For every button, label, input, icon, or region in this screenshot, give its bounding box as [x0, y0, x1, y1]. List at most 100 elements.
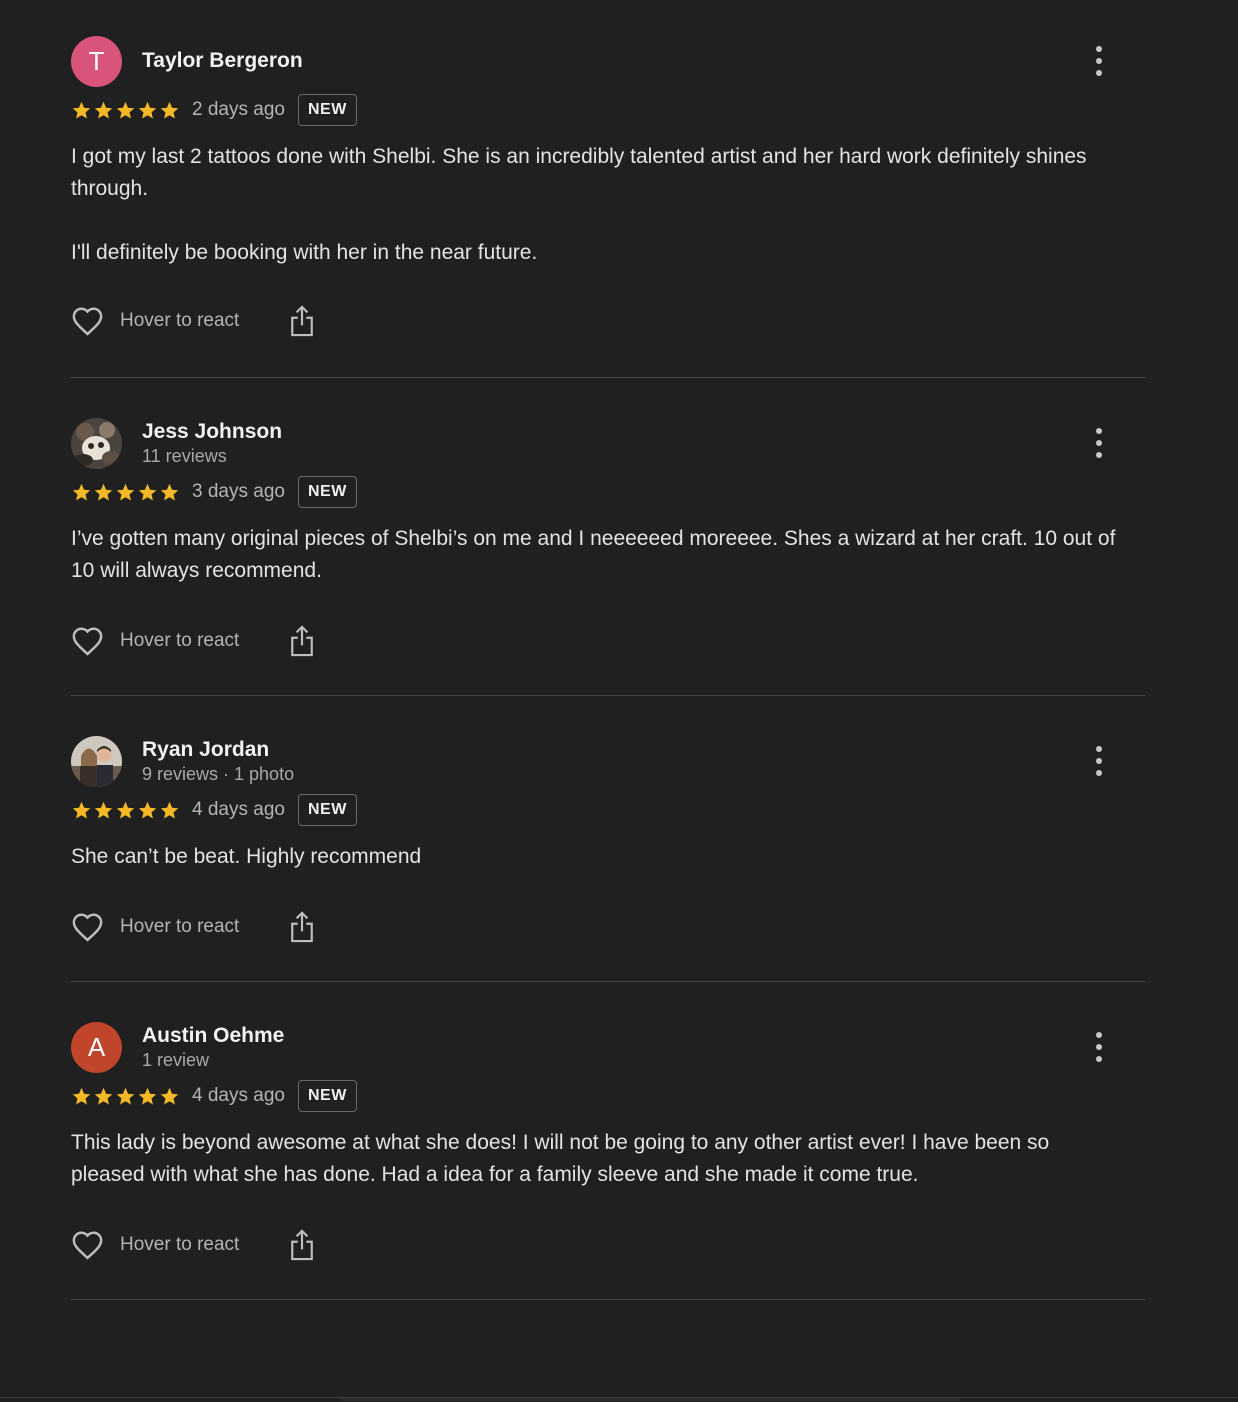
review-actions: Hover to react: [71, 621, 1145, 661]
next-review-peek: [0, 1397, 1238, 1402]
reviewer-info: Austin Oehme 1 review: [142, 1023, 284, 1072]
reviewer-stats[interactable]: 1 review: [142, 1049, 284, 1072]
review-meta: 4 days ago NEW: [71, 793, 1145, 827]
heart-outline-icon: [72, 913, 103, 942]
review-date: 3 days ago: [192, 481, 285, 502]
reviewer-name[interactable]: Jess Johnson: [142, 419, 282, 445]
review-header: Ryan Jordan 9 reviews · 1 photo: [71, 733, 1145, 789]
star-icon: [160, 1087, 179, 1105]
star-icon: [72, 1087, 91, 1105]
reviewer-info: Jess Johnson 11 reviews: [142, 419, 282, 468]
share-button[interactable]: [289, 304, 315, 338]
star-icon: [138, 801, 157, 819]
star-icon: [138, 483, 157, 501]
star-icon: [160, 801, 179, 819]
star-icon: [116, 1087, 135, 1105]
review-text: This lady is beyond awesome at what she …: [71, 1131, 1056, 1186]
share-icon: [291, 305, 314, 337]
review-meta: 3 days ago NEW: [71, 475, 1145, 509]
review-actions: Hover to react: [71, 907, 1145, 947]
react-button[interactable]: Hover to react: [71, 626, 239, 656]
avatar[interactable]: T: [71, 35, 122, 87]
star-icon: [94, 801, 113, 819]
review-header: Jess Johnson 11 reviews: [71, 415, 1145, 471]
star-rating: [71, 100, 180, 121]
review-card: Jess Johnson 11 reviews 3 days ago NEW I…: [71, 378, 1145, 696]
avatar[interactable]: A: [71, 1021, 122, 1073]
review-text: I got my last 2 tattoos done with Shelbi…: [71, 145, 1087, 264]
more-vertical-icon: [1096, 428, 1102, 434]
reviewer-name[interactable]: Ryan Jordan: [142, 737, 294, 763]
review-date: 4 days ago: [192, 799, 285, 820]
review-actions: Hover to react: [71, 1225, 1145, 1265]
heart-outline-icon: [72, 627, 103, 656]
star-icon: [72, 483, 91, 501]
react-button[interactable]: Hover to react: [71, 306, 239, 336]
new-badge: NEW: [297, 794, 357, 826]
star-icon: [138, 1087, 157, 1105]
share-icon: [291, 911, 314, 943]
share-icon: [291, 625, 314, 657]
star-icon: [94, 483, 113, 501]
reviewer-info: Taylor Bergeron: [142, 48, 303, 74]
react-label: Hover to react: [120, 1234, 240, 1255]
reviewer-stats[interactable]: 11 reviews: [142, 445, 282, 468]
new-badge: NEW: [297, 94, 357, 126]
star-icon: [138, 101, 157, 119]
star-icon: [160, 101, 179, 119]
review-header: T Taylor Bergeron: [71, 33, 1145, 89]
review-date: 2 days ago: [192, 99, 285, 120]
react-label: Hover to react: [120, 916, 240, 937]
star-rating: [71, 1086, 180, 1107]
avatar-photo: [71, 417, 122, 469]
react-button[interactable]: Hover to react: [71, 912, 239, 942]
more-options-button[interactable]: [1087, 1032, 1111, 1062]
more-vertical-icon: [1096, 746, 1102, 752]
more-vertical-icon: [1096, 46, 1102, 52]
star-icon: [160, 483, 179, 501]
avatar-letter: A: [87, 1031, 106, 1062]
reviewer-info: Ryan Jordan 9 reviews · 1 photo: [142, 737, 294, 786]
star-icon: [94, 1087, 113, 1105]
react-label: Hover to react: [120, 630, 240, 651]
star-icon: [116, 801, 135, 819]
react-label: Hover to react: [120, 310, 240, 331]
avatar-photo: [71, 735, 122, 787]
heart-outline-icon: [72, 1231, 103, 1260]
review-actions: Hover to react: [71, 301, 1145, 341]
more-vertical-icon: [1096, 1032, 1102, 1038]
more-options-button[interactable]: [1087, 46, 1111, 76]
share-button[interactable]: [289, 624, 315, 658]
reviewer-name[interactable]: Austin Oehme: [142, 1023, 284, 1049]
avatar[interactable]: [71, 417, 122, 469]
review-meta: 4 days ago NEW: [71, 1079, 1145, 1113]
review-text: She can’t be beat. Highly recommend: [71, 845, 422, 868]
reviewer-stats[interactable]: 9 reviews · 1 photo: [142, 763, 294, 786]
review-card: A Austin Oehme 1 review 4 days ago NEW T…: [71, 982, 1145, 1300]
avatar[interactable]: [71, 735, 122, 787]
review-meta: 2 days ago NEW: [71, 93, 1145, 127]
share-button[interactable]: [289, 910, 315, 944]
reviewer-name[interactable]: Taylor Bergeron: [142, 48, 303, 74]
star-icon: [94, 101, 113, 119]
heart-outline-icon: [72, 307, 103, 336]
star-rating: [71, 482, 180, 503]
star-icon: [72, 101, 91, 119]
more-options-button[interactable]: [1087, 746, 1111, 776]
share-icon: [291, 1229, 314, 1261]
star-icon: [116, 483, 135, 501]
review-text: I’ve gotten many original pieces of Shel…: [71, 527, 1122, 582]
avatar-letter: T: [88, 45, 105, 76]
review-card: Ryan Jordan 9 reviews · 1 photo 4 days a…: [71, 696, 1145, 982]
clipped-text-fragment: [340, 1398, 960, 1401]
share-button[interactable]: [289, 1228, 315, 1262]
new-badge: NEW: [297, 476, 357, 508]
reviews-list: T Taylor Bergeron 2 days ago NEW I got m: [0, 0, 1238, 1402]
star-icon: [72, 801, 91, 819]
react-button[interactable]: Hover to react: [71, 1230, 239, 1260]
review-card: T Taylor Bergeron 2 days ago NEW I got m: [71, 0, 1145, 378]
review-date: 4 days ago: [192, 1085, 285, 1106]
new-badge: NEW: [297, 1080, 357, 1112]
star-icon: [116, 101, 135, 119]
more-options-button[interactable]: [1087, 428, 1111, 458]
